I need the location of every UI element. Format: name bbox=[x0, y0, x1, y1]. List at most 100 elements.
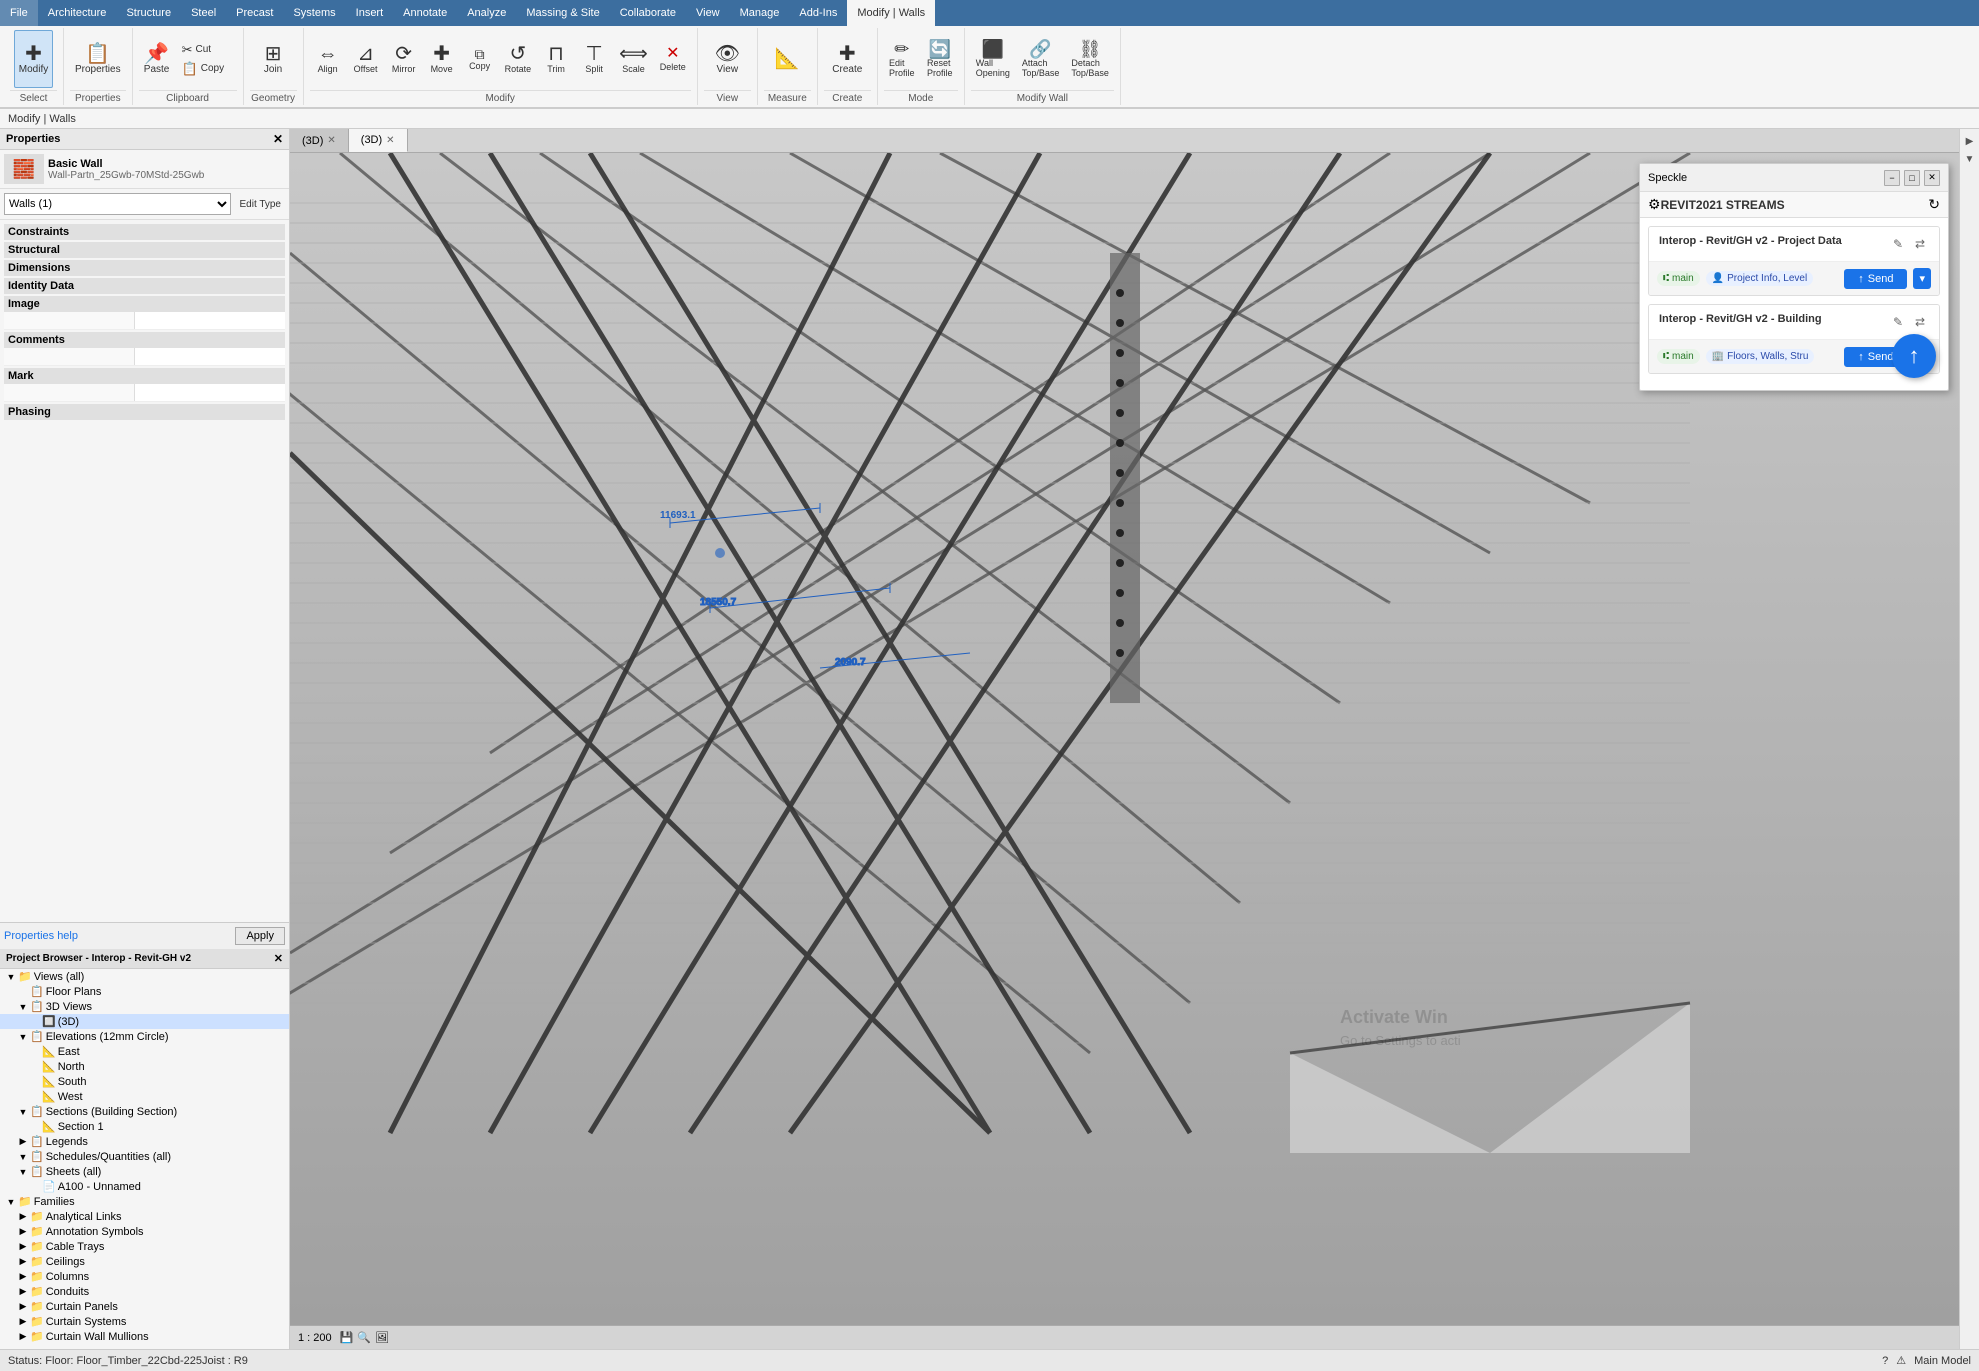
properties-help-text[interactable]: Properties help bbox=[4, 930, 78, 942]
tree-row[interactable]: ▶📁Detail Items bbox=[0, 1344, 289, 1345]
tab-precast[interactable]: Precast bbox=[226, 0, 283, 26]
rotate-btn[interactable]: ↺ Rotate bbox=[500, 30, 537, 88]
tab-systems[interactable]: Systems bbox=[283, 0, 345, 26]
tree-row[interactable]: ▶📁Curtain Wall Mullions bbox=[0, 1329, 289, 1344]
tree-row[interactable]: ▶📁Columns bbox=[0, 1269, 289, 1284]
delete-btn[interactable]: ✕ Delete bbox=[655, 30, 691, 88]
stream-1-edit-icon[interactable]: ✎ bbox=[1889, 235, 1907, 253]
tree-row[interactable]: 📐Section 1 bbox=[0, 1119, 289, 1134]
tab-insert[interactable]: Insert bbox=[346, 0, 394, 26]
viewport-tab-3d-2[interactable]: (3D) ✕ bbox=[349, 129, 408, 152]
tab-analyze[interactable]: Analyze bbox=[457, 0, 516, 26]
viewport-canvas[interactable]: 11100 11400 11700 12000 12300 14100 1680… bbox=[290, 153, 1959, 1325]
tree-row[interactable]: ▶📁Curtain Panels bbox=[0, 1299, 289, 1314]
copy-tool-btn[interactable]: ⧉ Copy bbox=[462, 30, 498, 88]
move-btn[interactable]: ✚ Move bbox=[424, 30, 460, 88]
cut-btn[interactable]: ✂ Cut bbox=[177, 41, 237, 59]
align-btn[interactable]: ⇔ Align bbox=[310, 30, 346, 88]
speckle-close-btn[interactable]: ✕ bbox=[1924, 170, 1940, 186]
right-sidebar-btn-2[interactable]: ▼ bbox=[1962, 151, 1978, 167]
tab-structure[interactable]: Structure bbox=[116, 0, 181, 26]
display-mode-icon[interactable]: 🖼 bbox=[375, 1331, 389, 1344]
project-browser-close[interactable]: ✕ bbox=[274, 952, 283, 965]
viewport-tab-close-2[interactable]: ✕ bbox=[386, 135, 394, 146]
mirror-btn[interactable]: ⟳ Mirror bbox=[386, 30, 422, 88]
prop-section-header-comments[interactable]: Comments bbox=[4, 332, 285, 348]
stream-2-edit-icon[interactable]: ✎ bbox=[1889, 313, 1907, 331]
tree-row[interactable]: 📐West bbox=[0, 1089, 289, 1104]
speckle-fab[interactable]: ↑ bbox=[1892, 334, 1936, 378]
split-btn[interactable]: ⊤ Split bbox=[576, 30, 612, 88]
tree-row[interactable]: ▼📋Schedules/Quantities (all) bbox=[0, 1149, 289, 1164]
tree-row[interactable]: ▼📋Elevations (12mm Circle) bbox=[0, 1029, 289, 1044]
copy-btn[interactable]: 📋 Copy bbox=[177, 60, 237, 78]
tab-modify-walls[interactable]: Modify | Walls bbox=[847, 0, 935, 26]
prop-section-header-image[interactable]: Image bbox=[4, 296, 285, 312]
speckle-refresh-icon[interactable]: ↻ bbox=[1928, 196, 1940, 213]
tab-addins[interactable]: Add-Ins bbox=[789, 0, 847, 26]
offset-btn[interactable]: ⊿ Offset bbox=[348, 30, 384, 88]
prop-section-header-dimensions[interactable]: Dimensions bbox=[4, 260, 285, 276]
speckle-minimize-btn[interactable]: − bbox=[1884, 170, 1900, 186]
wall-opening-btn[interactable]: ⬛ WallOpening bbox=[971, 30, 1015, 88]
detach-top-base-btn[interactable]: ⛓ DetachTop/Base bbox=[1066, 30, 1114, 88]
tree-row[interactable]: ▼📋Sections (Building Section) bbox=[0, 1104, 289, 1119]
viewport-tab-3d-1[interactable]: (3D) ✕ bbox=[290, 129, 349, 152]
zoom-icon[interactable]: 🔍 bbox=[357, 1331, 371, 1344]
tab-annotate[interactable]: Annotate bbox=[393, 0, 457, 26]
join-btn[interactable]: ⊞ Join bbox=[255, 30, 291, 88]
tab-steel[interactable]: Steel bbox=[181, 0, 226, 26]
tree-row[interactable]: ▶📁Analytical Links bbox=[0, 1209, 289, 1224]
scale-btn[interactable]: ⟺ Scale bbox=[614, 30, 653, 88]
tree-row[interactable]: ▶📁Cable Trays bbox=[0, 1239, 289, 1254]
create-btn[interactable]: ✚ Create bbox=[827, 30, 867, 88]
stream-1-expand-btn[interactable]: ▾ bbox=[1913, 268, 1931, 289]
stream-2-share-icon[interactable]: ⇄ bbox=[1911, 313, 1929, 331]
tree-row[interactable]: ▶📁Curtain Systems bbox=[0, 1314, 289, 1329]
speckle-maximize-btn[interactable]: □ bbox=[1904, 170, 1920, 186]
save-view-icon[interactable]: 💾 bbox=[340, 1331, 354, 1344]
tree-row[interactable]: 🔲(3D) bbox=[0, 1014, 289, 1029]
tab-view[interactable]: View bbox=[686, 0, 730, 26]
edit-profile-btn[interactable]: ✏ EditProfile bbox=[884, 30, 920, 88]
tab-manage[interactable]: Manage bbox=[730, 0, 790, 26]
tree-row[interactable]: 📐North bbox=[0, 1059, 289, 1074]
edit-type-btn[interactable]: Edit Type bbox=[235, 197, 285, 212]
tree-row[interactable]: 📐South bbox=[0, 1074, 289, 1089]
tree-row[interactable]: ▶📁Annotation Symbols bbox=[0, 1224, 289, 1239]
tree-row[interactable]: ▼📋Sheets (all) bbox=[0, 1164, 289, 1179]
prop-section-header-constraints[interactable]: Constraints bbox=[4, 224, 285, 240]
stream-1-share-icon[interactable]: ⇄ bbox=[1911, 235, 1929, 253]
tree-row[interactable]: 📄A100 - Unnamed bbox=[0, 1179, 289, 1194]
attach-top-base-btn[interactable]: 🔗 AttachTop/Base bbox=[1017, 30, 1065, 88]
tree-row[interactable]: ▼📁Views (all) bbox=[0, 969, 289, 984]
tree-row[interactable]: 📋Floor Plans bbox=[0, 984, 289, 999]
apply-btn[interactable]: Apply bbox=[235, 927, 285, 945]
reset-profile-btn[interactable]: 🔄 ResetProfile bbox=[922, 30, 958, 88]
tree-row[interactable]: ▼📁Families bbox=[0, 1194, 289, 1209]
tree-row[interactable]: ▶📁Ceilings bbox=[0, 1254, 289, 1269]
view-btn[interactable]: 👁 View bbox=[709, 30, 745, 88]
tree-row[interactable]: 📐East bbox=[0, 1044, 289, 1059]
viewport-tab-close-1[interactable]: ✕ bbox=[327, 135, 335, 146]
prop-section-header-mark[interactable]: Mark bbox=[4, 368, 285, 384]
tree-row[interactable]: ▼📋3D Views bbox=[0, 999, 289, 1014]
trim-btn[interactable]: ⊓ Trim bbox=[538, 30, 574, 88]
modify-btn[interactable]: ✚ Modify bbox=[14, 30, 53, 88]
prop-section-header-structural[interactable]: Structural bbox=[4, 242, 285, 258]
right-sidebar-btn-1[interactable]: ▶ bbox=[1962, 133, 1978, 149]
tree-row[interactable]: ▶📋Legends bbox=[0, 1134, 289, 1149]
properties-close-icon[interactable]: ✕ bbox=[273, 132, 283, 146]
tab-massing[interactable]: Massing & Site bbox=[516, 0, 609, 26]
speckle-settings-icon[interactable]: ⚙ bbox=[1648, 196, 1661, 213]
prop-section-header-phasing[interactable]: Phasing bbox=[4, 404, 285, 420]
paste-btn[interactable]: 📌 Paste bbox=[139, 30, 175, 88]
properties-btn[interactable]: 📋 Properties bbox=[70, 30, 126, 88]
prop-section-header-identity[interactable]: Identity Data bbox=[4, 278, 285, 294]
stream-1-send-btn[interactable]: ↑ Send bbox=[1844, 269, 1907, 289]
tab-collaborate[interactable]: Collaborate bbox=[610, 0, 686, 26]
tab-file[interactable]: File bbox=[0, 0, 38, 26]
tab-architecture[interactable]: Architecture bbox=[38, 0, 117, 26]
tree-row[interactable]: ▶📁Conduits bbox=[0, 1284, 289, 1299]
instance-select[interactable]: Walls (1) bbox=[4, 193, 231, 215]
